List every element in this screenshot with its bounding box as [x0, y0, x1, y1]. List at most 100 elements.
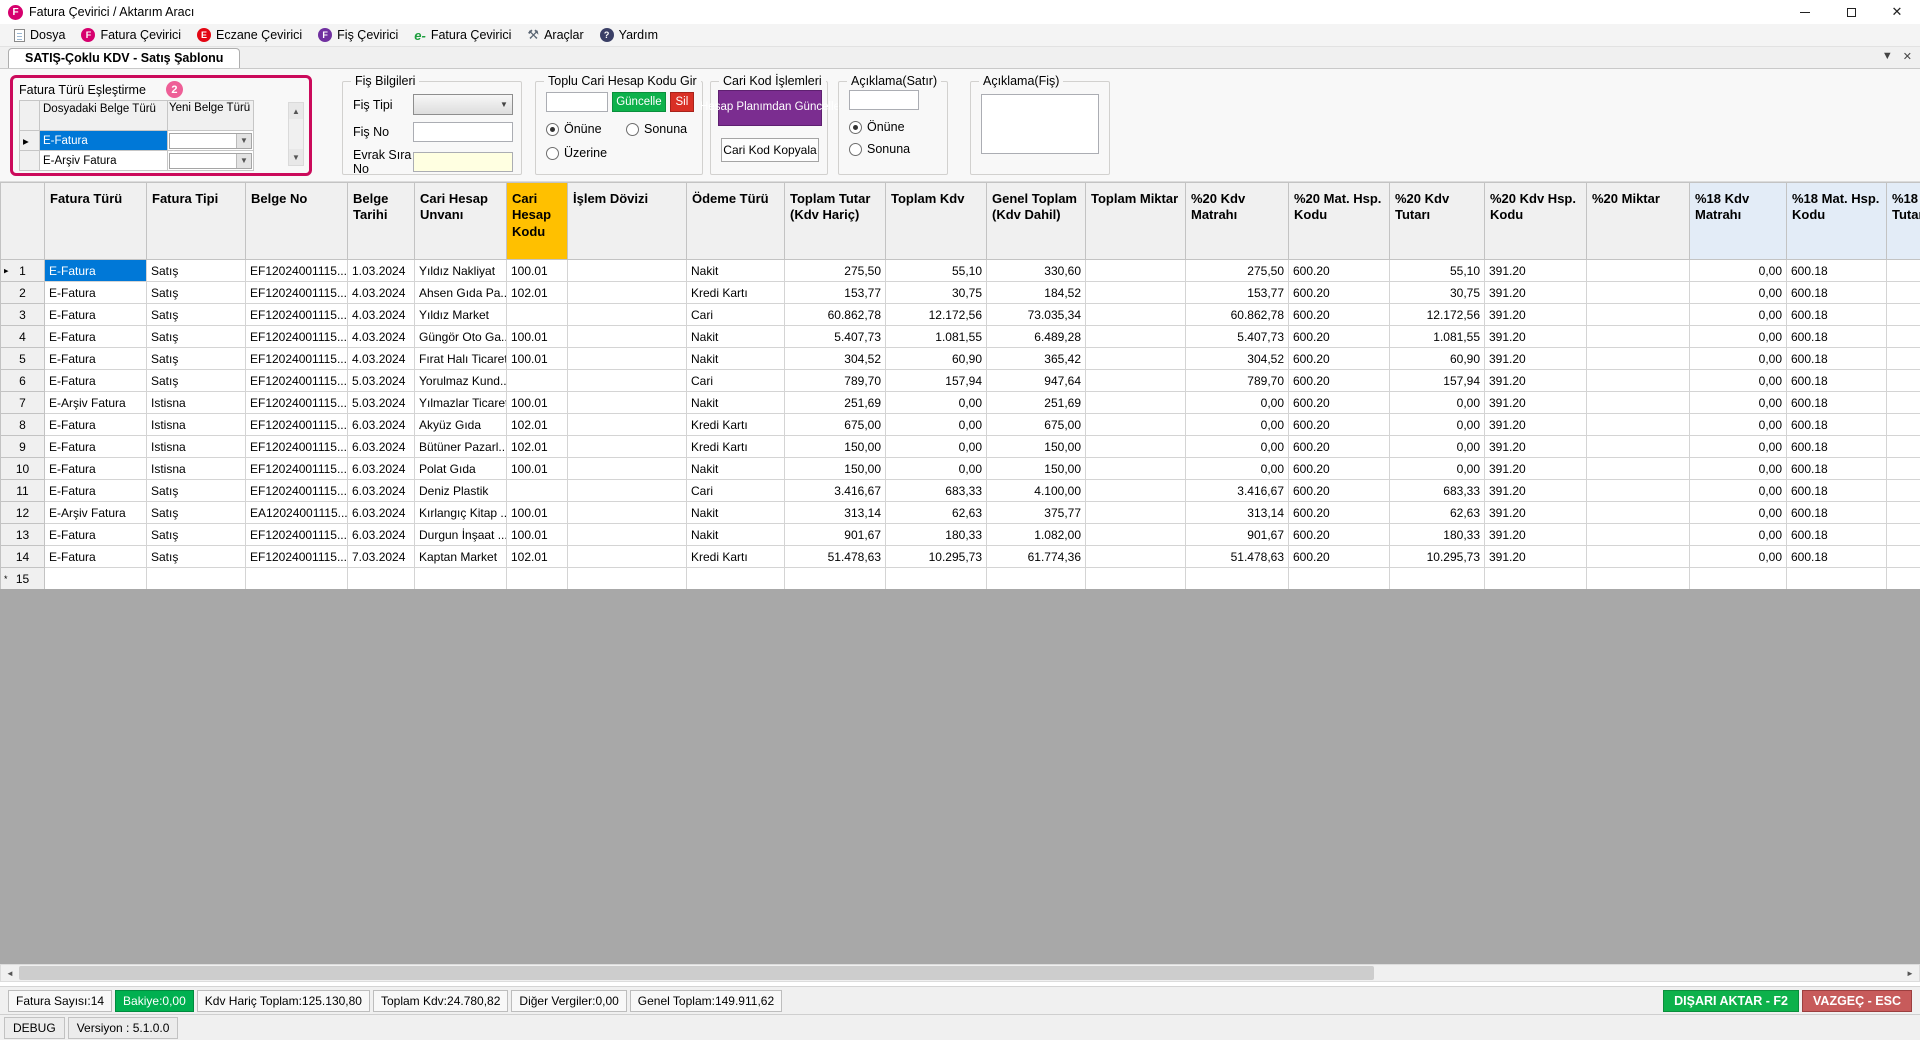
mapping-row-header[interactable]: ▸: [20, 131, 40, 151]
grid-cell[interactable]: [1587, 392, 1690, 414]
grid-cell[interactable]: [1587, 282, 1690, 304]
minimize-button[interactable]: [1782, 0, 1828, 24]
column-header[interactable]: %18 Kdv Matrahı: [1690, 183, 1787, 260]
grid-cell[interactable]: [415, 568, 507, 590]
fis-no-input[interactable]: [413, 122, 513, 142]
grid-cell[interactable]: [785, 568, 886, 590]
grid-cell[interactable]: Yorulmaz Kund...: [415, 370, 507, 392]
grid-cell[interactable]: [1587, 568, 1690, 590]
grid-cell[interactable]: [568, 326, 687, 348]
grid-cell[interactable]: E-Arşiv Fatura: [45, 392, 147, 414]
grid-cell[interactable]: 600.18: [1787, 282, 1887, 304]
grid-cell[interactable]: 100.01: [507, 458, 568, 480]
sil-button[interactable]: Sil: [670, 92, 694, 112]
grid-cell[interactable]: EF12024001115...: [246, 304, 348, 326]
grid-cell[interactable]: 6.03.2024: [348, 524, 415, 546]
grid-cell[interactable]: 6.03.2024: [348, 480, 415, 502]
column-header[interactable]: %18 Kdv Tutarı: [1887, 183, 1920, 260]
grid-cell[interactable]: 62,63: [886, 502, 987, 524]
grid-cell[interactable]: Istisna: [147, 436, 246, 458]
grid-cell[interactable]: 600.20: [1289, 282, 1390, 304]
grid-cell[interactable]: 5.407,73: [1186, 326, 1289, 348]
grid-cell[interactable]: [1086, 502, 1186, 524]
grid-cell[interactable]: EF12024001115...: [246, 414, 348, 436]
grid-cell[interactable]: Nakit: [687, 502, 785, 524]
grid-cell[interactable]: 0,00: [1390, 458, 1485, 480]
mapping-target-combo[interactable]: ▼: [168, 131, 254, 151]
grid-cell[interactable]: Nakit: [687, 348, 785, 370]
row-header[interactable]: 12: [1, 502, 45, 524]
tab-satis-coklu-kdv[interactable]: SATIŞ-Çoklu KDV - Satış Şablonu: [8, 48, 240, 68]
grid-cell[interactable]: EF12024001115...: [246, 458, 348, 480]
grid-cell[interactable]: 1.03.2024: [348, 260, 415, 282]
grid-cell[interactable]: [1086, 546, 1186, 568]
grid-cell[interactable]: 180,33: [886, 524, 987, 546]
grid-cell[interactable]: E-Fatura: [45, 524, 147, 546]
column-header[interactable]: Cari Hesap Unvanı: [415, 183, 507, 260]
grid-cell[interactable]: Bütüner Pazarl...: [415, 436, 507, 458]
grid-cell[interactable]: [1787, 568, 1887, 590]
grid-cell[interactable]: 600.20: [1289, 348, 1390, 370]
grid-cell[interactable]: 675,00: [987, 414, 1086, 436]
grid-cell[interactable]: [1887, 282, 1920, 304]
grid-cell[interactable]: 600.20: [1289, 436, 1390, 458]
grid-cell[interactable]: [1587, 436, 1690, 458]
grid-cell[interactable]: 6.489,28: [987, 326, 1086, 348]
grid-cell[interactable]: 102.01: [507, 436, 568, 458]
row-header[interactable]: 5: [1, 348, 45, 370]
grid-cell[interactable]: 600.20: [1289, 260, 1390, 282]
grid-cell[interactable]: 180,33: [1390, 524, 1485, 546]
column-header[interactable]: Cari Hesap Kodu: [507, 183, 568, 260]
grid-cell[interactable]: 0,00: [1186, 414, 1289, 436]
grid-cell[interactable]: EA12024001115...: [246, 502, 348, 524]
guncelle-button[interactable]: Güncelle: [612, 92, 666, 112]
row-header[interactable]: 7: [1, 392, 45, 414]
grid-cell[interactable]: Satış: [147, 304, 246, 326]
grid-cell[interactable]: 600.20: [1289, 304, 1390, 326]
grid-cell[interactable]: [1887, 260, 1920, 282]
column-header[interactable]: Belge Tarihi: [348, 183, 415, 260]
grid-cell[interactable]: 600.20: [1289, 502, 1390, 524]
grid-cell[interactable]: 0,00: [1690, 326, 1787, 348]
grid-cell[interactable]: [1587, 348, 1690, 370]
grid-cell[interactable]: 100.01: [507, 260, 568, 282]
grid-cell[interactable]: 55,10: [886, 260, 987, 282]
grid-cell[interactable]: [1587, 480, 1690, 502]
grid-cell[interactable]: [1086, 480, 1186, 502]
grid-cell[interactable]: EF12024001115...: [246, 524, 348, 546]
grid-cell[interactable]: 901,67: [785, 524, 886, 546]
grid-cell[interactable]: [1086, 458, 1186, 480]
grid-cell[interactable]: EF12024001115...: [246, 282, 348, 304]
grid-cell[interactable]: 60,90: [886, 348, 987, 370]
grid-cell[interactable]: 0,00: [1690, 524, 1787, 546]
grid-cell[interactable]: 6.03.2024: [348, 458, 415, 480]
grid-cell[interactable]: EF12024001115...: [246, 546, 348, 568]
grid-cell[interactable]: EF12024001115...: [246, 480, 348, 502]
grid-cell[interactable]: 3.416,67: [785, 480, 886, 502]
scroll-left-icon[interactable]: ◄: [1, 965, 19, 981]
grid-cell[interactable]: 5.407,73: [785, 326, 886, 348]
grid-cell[interactable]: [507, 304, 568, 326]
aciklama-satir-input[interactable]: [849, 90, 919, 110]
grid-cell[interactable]: Nakit: [687, 458, 785, 480]
grid-cell[interactable]: 4.03.2024: [348, 304, 415, 326]
grid-cell[interactable]: Satış: [147, 524, 246, 546]
grid-cell[interactable]: Nakit: [687, 260, 785, 282]
grid-cell[interactable]: [1887, 326, 1920, 348]
grid-cell[interactable]: [348, 568, 415, 590]
grid-cell[interactable]: Kredi Kartı: [687, 436, 785, 458]
grid-cell[interactable]: 600.18: [1787, 524, 1887, 546]
grid-cell[interactable]: Fırat Halı Ticaret: [415, 348, 507, 370]
close-button[interactable]: ✕: [1874, 0, 1920, 24]
menu-fatura-cevirici[interactable]: F Fatura Çevirici: [73, 26, 189, 44]
grid-cell[interactable]: 184,52: [987, 282, 1086, 304]
column-header[interactable]: Belge No: [246, 183, 348, 260]
menu-efatura-cevirici[interactable]: e- Fatura Çevirici: [406, 26, 519, 45]
grid-cell[interactable]: [568, 414, 687, 436]
row-header[interactable]: *15: [1, 568, 45, 590]
grid-cell[interactable]: 60.862,78: [1186, 304, 1289, 326]
grid-cell[interactable]: 12.172,56: [1390, 304, 1485, 326]
grid-cell[interactable]: E-Fatura: [45, 326, 147, 348]
mapping-row-header[interactable]: [20, 151, 40, 171]
grid-cell[interactable]: [507, 480, 568, 502]
